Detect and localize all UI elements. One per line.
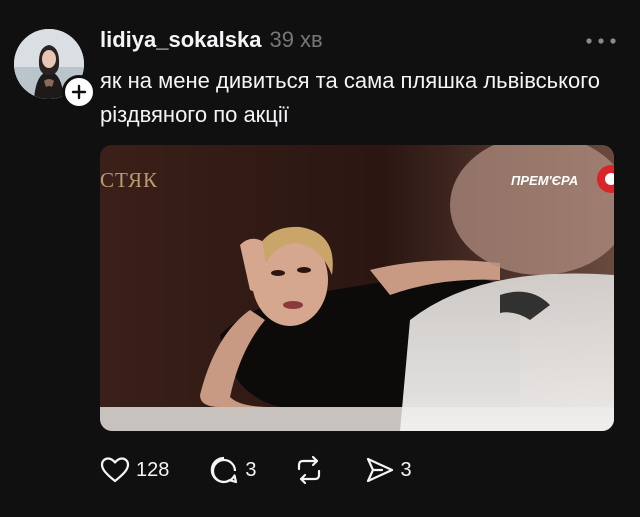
share-count: 3 [400, 458, 412, 481]
premiere-badge: ПРЕМ'ЄРА [511, 173, 579, 188]
like-count: 128 [136, 458, 170, 481]
avatar-container [14, 29, 96, 109]
show-title-overlay: СТЯК [100, 168, 159, 192]
repost-icon [297, 455, 320, 485]
plus-icon [71, 84, 87, 100]
post-caption: як на мене дивиться та сама пляшка львів… [100, 68, 600, 127]
post-image[interactable]: СТЯК ПРЕМ'ЄРА [100, 145, 614, 431]
reply-button[interactable]: 3 [209, 455, 257, 485]
like-button[interactable]: 128 [100, 456, 169, 484]
post-timestamp: 39 хв [269, 27, 323, 52]
post-actions: 128 3 3 [100, 452, 412, 488]
ellipsis-icon [586, 38, 616, 44]
username-link[interactable]: lidiya_sokalska [100, 27, 261, 53]
post-header: lidiya_sokalska 39 хв [100, 27, 323, 59]
comment-icon [211, 456, 238, 484]
follow-button[interactable] [62, 75, 96, 109]
thread-post: lidiya_sokalska 39 хв як на мене дивитьс… [0, 0, 640, 517]
reply-count: 3 [245, 458, 257, 481]
repost-button[interactable] [293, 455, 325, 485]
send-icon [366, 457, 393, 483]
heart-icon [100, 457, 130, 483]
share-button[interactable]: 3 [365, 456, 412, 484]
more-options-button[interactable] [584, 32, 618, 50]
